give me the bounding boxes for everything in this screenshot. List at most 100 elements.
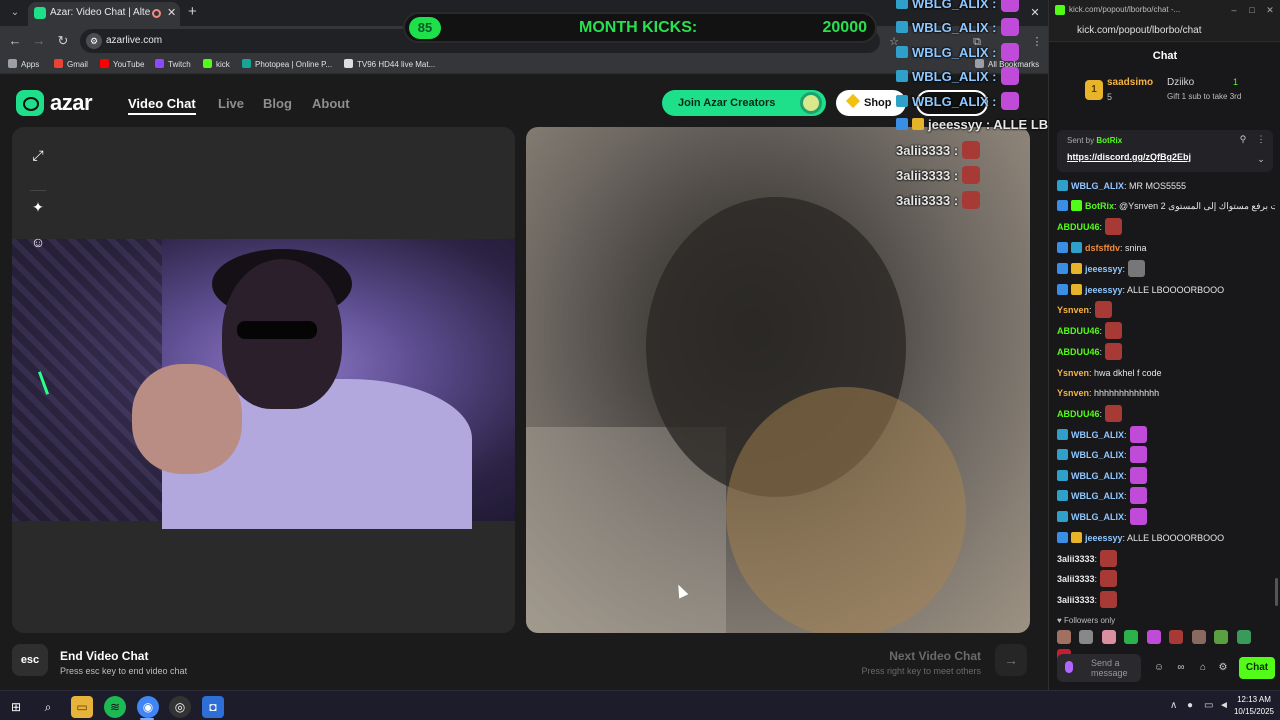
- microphone-icon[interactable]: [1065, 661, 1073, 673]
- windows-start-icon[interactable]: ⊞: [5, 696, 27, 718]
- tray-overflow-icon[interactable]: ∧: [1170, 700, 1177, 711]
- reload-icon[interactable]: ↻: [54, 32, 72, 50]
- emote-icon[interactable]: [1236, 630, 1251, 644]
- overlay-chat-line: WBLG_ALIX :: [896, 0, 1019, 16]
- expand-icon[interactable]: ⤢: [26, 143, 50, 167]
- discord-link[interactable]: https://discord.gg/zQfBg2Ebj: [1067, 152, 1191, 162]
- kicks-goal-bar: 85 MONTH KICKS: 20000: [403, 12, 877, 43]
- taskbar: ⊞ ⌕ ▭ ≋ ◉ ◎ ◘ ∧ ● ▭ ◄ 12:13 AM 10/15/202…: [0, 690, 1280, 720]
- app-icon[interactable]: ◘: [202, 696, 224, 718]
- new-tab-icon[interactable]: +: [188, 3, 197, 20]
- emote-icon[interactable]: [1214, 630, 1229, 644]
- emote-icon[interactable]: [1169, 630, 1184, 644]
- emote-icon: [1000, 0, 1019, 12]
- community-icon[interactable]: ∞: [1173, 660, 1189, 676]
- chat-scrollbar[interactable]: [1275, 578, 1278, 606]
- emote-icon[interactable]: [1124, 630, 1139, 644]
- emote-icon: [1000, 18, 1019, 36]
- chevron-down-icon[interactable]: ⌄: [1255, 154, 1267, 166]
- leader-2-name[interactable]: Dziiko: [1167, 77, 1194, 88]
- tab-azar[interactable]: Azar: Video Chat | Alternati ✕: [28, 2, 180, 26]
- leader-1-name[interactable]: saadsimo: [1107, 77, 1153, 88]
- creators-orb-icon: [800, 92, 822, 114]
- end-chat-title: End Video Chat: [60, 649, 149, 663]
- chat-message-input[interactable]: Send a message: [1057, 654, 1141, 682]
- crown-badge-icon: [1071, 263, 1082, 274]
- site-info-icon[interactable]: ⚙: [86, 33, 102, 49]
- emote-icon[interactable]: [1057, 630, 1071, 644]
- end-chat-button[interactable]: esc: [12, 644, 48, 676]
- volume-icon[interactable]: ◄: [1219, 700, 1229, 711]
- bookmark-twitch[interactable]: Twitch: [155, 59, 191, 69]
- rank-medal-icon: 1: [1085, 80, 1103, 100]
- emote-icon[interactable]: [1101, 630, 1116, 644]
- face-filter-icon[interactable]: ☺: [26, 230, 50, 254]
- nav-about[interactable]: About: [312, 96, 350, 111]
- azar-logo-text[interactable]: azar: [50, 90, 93, 116]
- send-chat-button[interactable]: Chat: [1239, 657, 1275, 679]
- gem-icon: [845, 93, 861, 109]
- bookmark-gmail[interactable]: Gmail: [54, 59, 88, 69]
- settings-gear-icon[interactable]: ⚙: [1215, 660, 1231, 676]
- spotify-icon[interactable]: ≋: [104, 696, 126, 718]
- close-icon[interactable]: ✕: [1028, 6, 1042, 20]
- emote-icon: [962, 191, 981, 209]
- maximize-icon[interactable]: □: [1245, 3, 1259, 17]
- leader-2-count: 1: [1233, 77, 1239, 87]
- bookmark-photopea[interactable]: Photopea | Online P...: [242, 59, 332, 69]
- more-options-icon[interactable]: ⋮: [1255, 134, 1267, 146]
- emote-icon: [1100, 591, 1118, 608]
- menu-icon[interactable]: ⋮: [1030, 35, 1044, 49]
- store-icon[interactable]: ⌂: [1195, 660, 1211, 676]
- emote-icon: [1100, 570, 1118, 587]
- emote-icon[interactable]: [1079, 630, 1094, 644]
- next-chat-button[interactable]: →: [995, 644, 1027, 676]
- emote-picker-icon[interactable]: ☺: [1151, 660, 1167, 676]
- sparkle-effects-icon[interactable]: ✦: [26, 195, 50, 219]
- badge-icon: [1057, 449, 1068, 460]
- minimize-icon[interactable]: –: [1227, 3, 1241, 17]
- bookmark-youtube[interactable]: YouTube: [100, 59, 144, 69]
- chat-window-titlebar: kick.com/popout/lborbo/chat -... – □ ✕: [1049, 0, 1280, 20]
- close-tab-icon[interactable]: ✕: [167, 6, 176, 19]
- close-icon[interactable]: ✕: [1263, 3, 1277, 17]
- badge-icon: [896, 46, 908, 58]
- azar-favicon-icon: [34, 7, 46, 19]
- network-icon[interactable]: ▭: [1204, 700, 1213, 711]
- system-clock[interactable]: 12:13 AM 10/15/2025: [1232, 694, 1276, 718]
- twitch-icon: [155, 59, 164, 68]
- obs-icon[interactable]: ◎: [169, 696, 191, 718]
- badge-icon: [1057, 242, 1068, 253]
- nav-blog[interactable]: Blog: [263, 96, 292, 111]
- badge-icon: [896, 21, 908, 33]
- chat-message: WBLG_ALIX: MR MOS5555: [1057, 176, 1186, 196]
- emote-icon[interactable]: [1191, 630, 1206, 644]
- nav-video-chat[interactable]: Video Chat: [128, 96, 196, 111]
- chat-message: Ysnven: hwa dkhel f code: [1057, 368, 1162, 378]
- chat-address-bar[interactable]: kick.com/popout/lborbo/chat: [1049, 20, 1280, 42]
- badge-icon: [1057, 470, 1068, 481]
- azar-logo-icon[interactable]: [16, 90, 44, 116]
- forward-icon[interactable]: →: [30, 32, 48, 50]
- emote-icon: [1128, 260, 1146, 277]
- bookmark-apps[interactable]: Apps: [8, 59, 39, 69]
- emote-icon[interactable]: [1146, 630, 1161, 644]
- chrome-icon[interactable]: ◉: [137, 696, 159, 718]
- nav-live[interactable]: Live: [218, 96, 244, 111]
- bookmarks-bar: Apps Gmail YouTube Twitch kick Photopea …: [0, 56, 1048, 74]
- join-creators-button[interactable]: Join Azar Creators: [662, 90, 826, 116]
- search-icon[interactable]: ⌕: [37, 696, 59, 718]
- bookmark-tv96[interactable]: TV96 HD44 live Mat...: [344, 59, 435, 69]
- kicks-goal: 20000: [822, 19, 868, 36]
- tab-search-icon[interactable]: ⌄: [6, 4, 24, 22]
- chat-messages: WBLG_ALIX: MR MOS5555 BotRix: @Ysnven 2 …: [1057, 176, 1275, 612]
- pin-icon[interactable]: ⚲: [1237, 134, 1249, 146]
- gift-sub-prompt[interactable]: Gift 1 sub to take 3rd: [1167, 92, 1241, 101]
- chat-message: 3alii3333:: [1057, 569, 1118, 589]
- microphone-icon[interactable]: ●: [1187, 700, 1193, 711]
- kicks-label: MONTH KICKS:: [579, 19, 698, 36]
- file-explorer-icon[interactable]: ▭: [71, 696, 93, 718]
- divider: [30, 190, 46, 191]
- bookmark-kick[interactable]: kick: [203, 59, 230, 69]
- back-icon[interactable]: ←: [6, 32, 24, 50]
